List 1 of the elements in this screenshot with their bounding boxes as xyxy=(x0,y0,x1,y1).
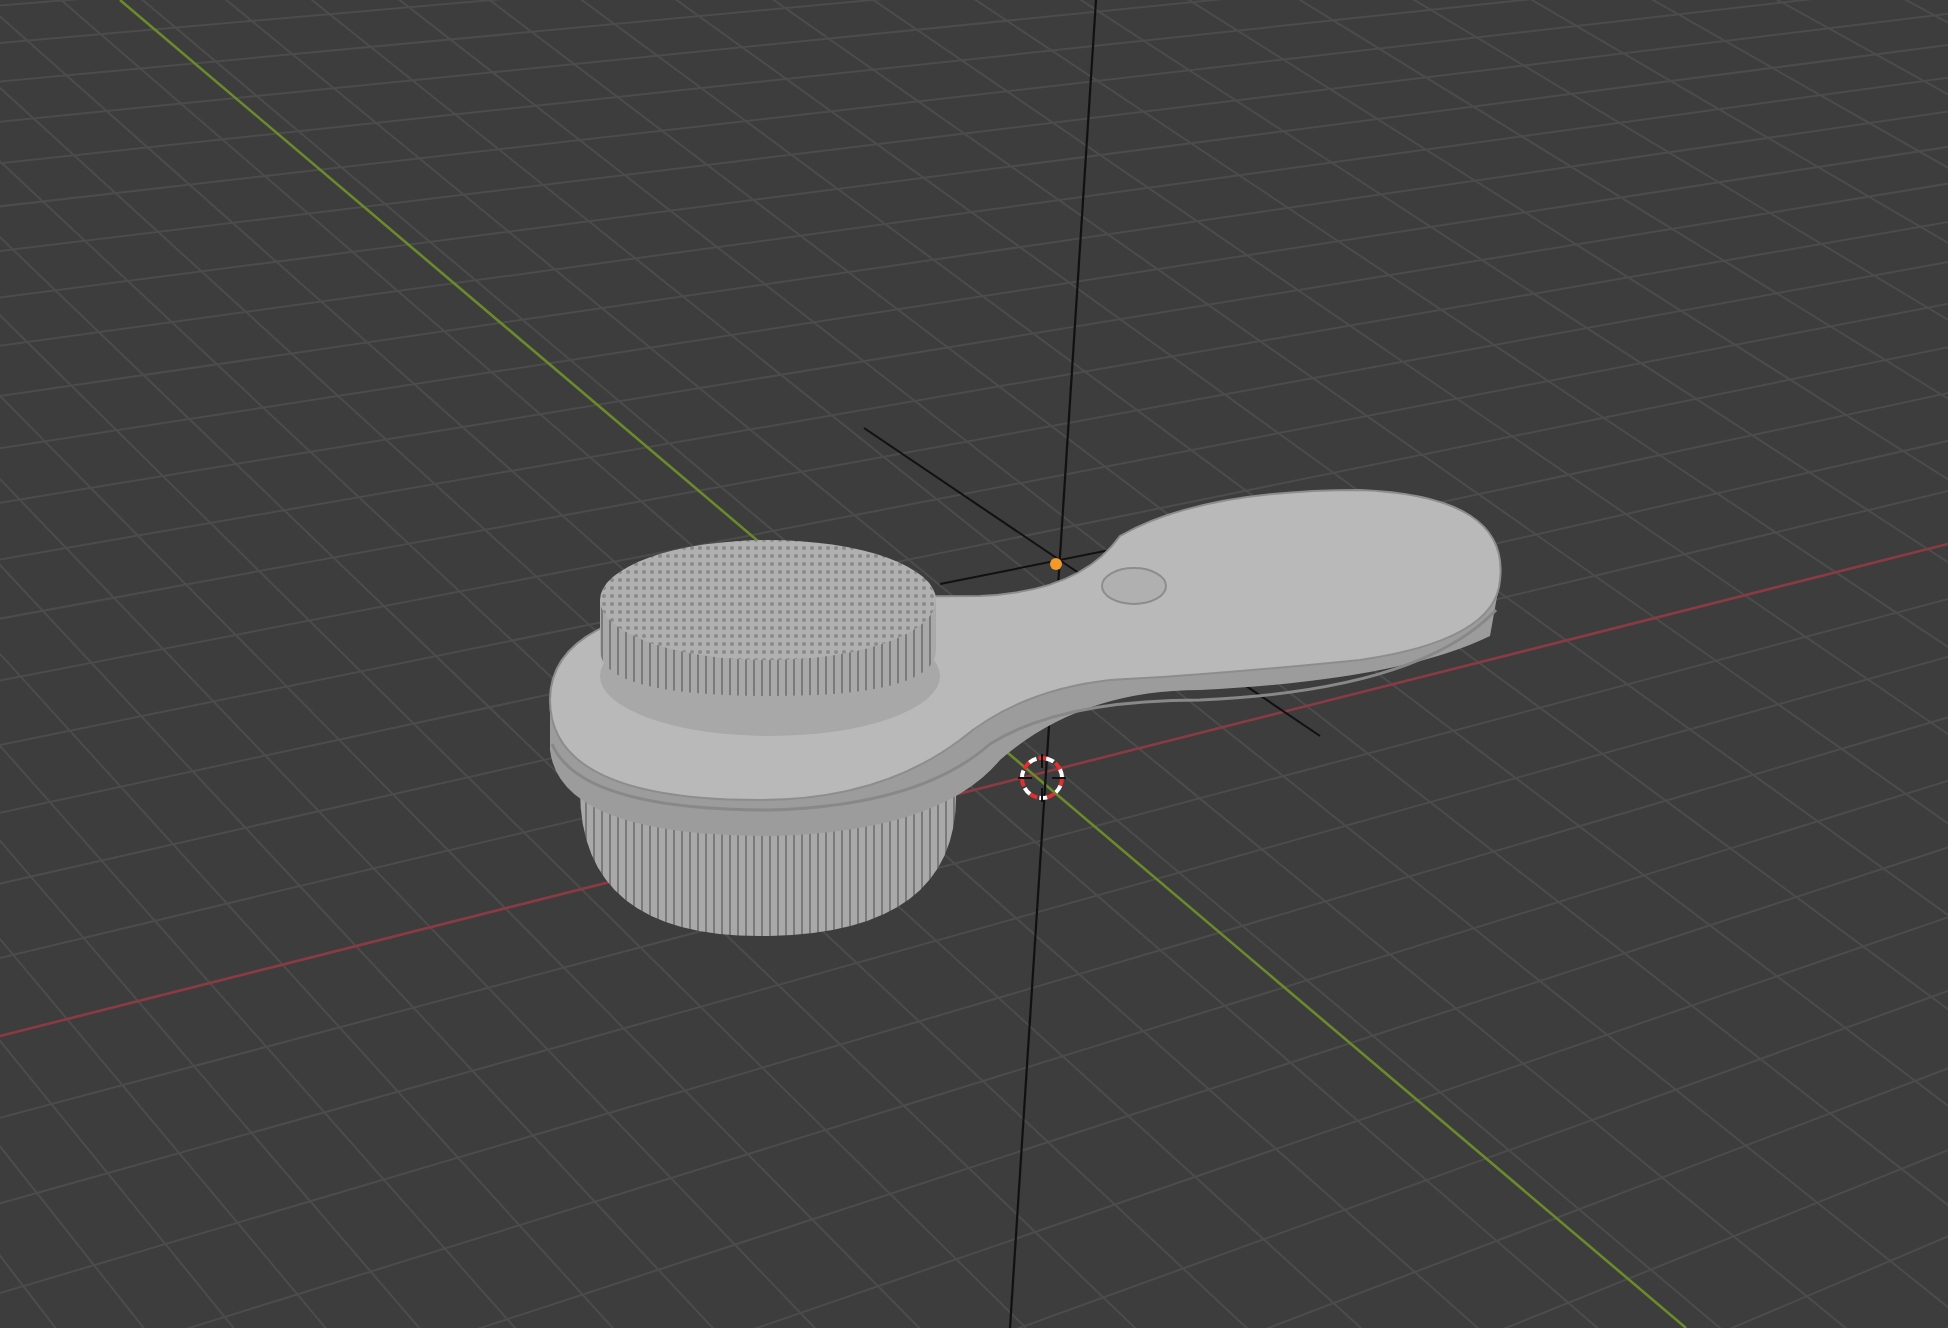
origin-point xyxy=(1050,558,1062,570)
